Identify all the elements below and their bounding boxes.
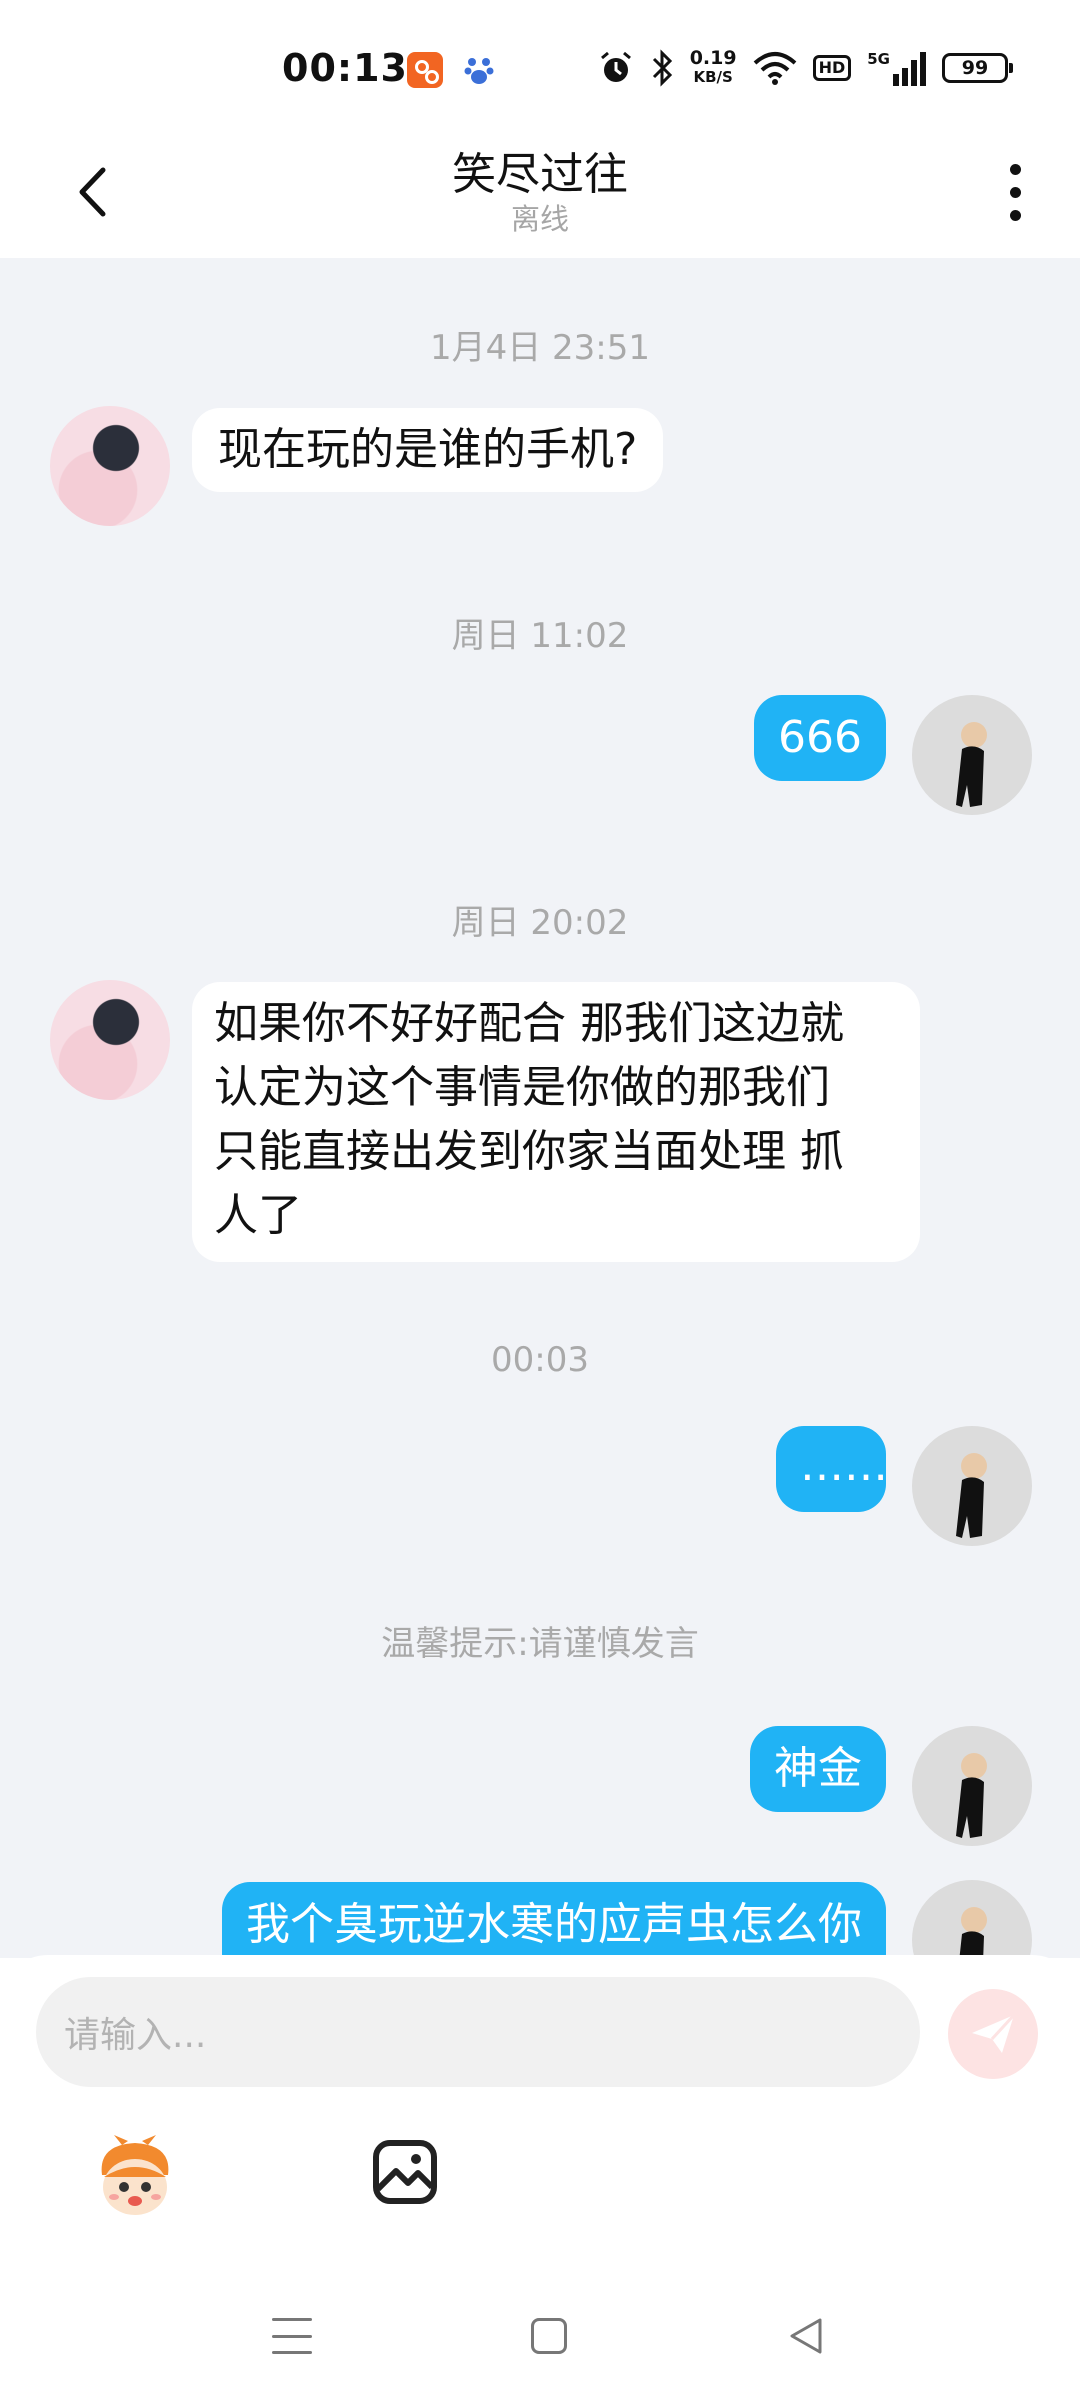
- my-avatar[interactable]: [912, 695, 1032, 815]
- person-figure-icon: [959, 1907, 987, 1958]
- person-figure-icon: [956, 722, 987, 807]
- network-speed-unit: KB/S: [693, 68, 733, 86]
- my-avatar[interactable]: [912, 1426, 1032, 1546]
- message-line: 人了: [214, 1190, 302, 1241]
- received-message-bubble[interactable]: 现在玩的是谁的手机?: [192, 408, 664, 492]
- message-timestamp: 1月4日 23:51: [429, 328, 651, 368]
- more-dot-icon: [1009, 209, 1021, 221]
- network-speed: 0.19 KB/S: [690, 49, 737, 87]
- contact-name: 笑尽过往: [452, 149, 628, 200]
- more-options-button[interactable]: [990, 152, 1040, 232]
- signal-icon: 5G: [867, 50, 926, 86]
- emoji-sticker-icon[interactable]: [92, 2135, 178, 2221]
- sent-message-bubble[interactable]: 666: [754, 695, 886, 781]
- message-timestamp: 周日 11:02: [451, 616, 629, 656]
- bluetooth-icon: [652, 49, 672, 87]
- menu-line-icon: [272, 2334, 312, 2338]
- paper-plane-icon: [972, 2013, 1016, 2053]
- system-tip: 温馨提示:请谨慎发言: [381, 1624, 699, 1664]
- network-type: 5G: [867, 50, 890, 68]
- wifi-icon: [753, 52, 796, 85]
- message-input[interactable]: 请输入...: [36, 1977, 920, 2087]
- alarm-icon: [600, 51, 631, 82]
- sent-message-bubble[interactable]: ……: [776, 1426, 888, 1512]
- contact-avatar[interactable]: [50, 406, 170, 526]
- home-button[interactable]: [531, 2318, 567, 2354]
- received-message-bubble[interactable]: 如果你不好好配合 那我们这边就 认定为这个事情是你做的那我们 只能直接出发到你家…: [192, 982, 920, 1262]
- contact-avatar[interactable]: [50, 980, 170, 1100]
- send-button[interactable]: [948, 1989, 1038, 2079]
- message-line: 如果你不好好配合 那我们这边就: [214, 998, 844, 1049]
- sent-message-bubble[interactable]: 神金: [750, 1726, 886, 1812]
- message-line: 只能直接出发到你家当面处理 抓: [214, 1126, 844, 1177]
- recent-apps-button[interactable]: [272, 2318, 312, 2354]
- more-dot-icon: [1009, 163, 1021, 175]
- my-avatar[interactable]: [912, 1880, 1032, 1958]
- chat-header: 笑尽过往 离线: [0, 130, 1080, 258]
- hd-badge: HD: [812, 55, 852, 81]
- my-avatar[interactable]: [912, 1726, 1032, 1846]
- contact-status: 离线: [510, 202, 569, 236]
- menu-line-icon: [272, 2351, 312, 2354]
- image-picker-icon[interactable]: [372, 2139, 438, 2205]
- status-time: 00:13: [282, 46, 408, 90]
- person-figure-icon: [956, 1753, 987, 1838]
- menu-line-icon: [272, 2318, 312, 2321]
- message-timestamp: 00:03: [491, 1340, 589, 1380]
- battery-icon: 99: [942, 53, 1013, 83]
- app-notification-icon: [407, 52, 443, 88]
- status-bar: 00:13 0.19 KB/S HD 5G 99: [0, 0, 1080, 130]
- system-navigation-bar: [0, 2270, 1080, 2400]
- sent-message-bubble[interactable]: 我个臭玩逆水寒的应声虫怎么你: [222, 1882, 886, 1958]
- network-speed-value: 0.19: [689, 47, 737, 69]
- chat-message-list[interactable]: 1月4日 23:51 现在玩的是谁的手机? 周日 11:02 666 周日 20…: [0, 258, 1080, 1958]
- person-figure-icon: [956, 1453, 987, 1538]
- nav-back-triangle-icon[interactable]: [786, 2316, 826, 2356]
- message-timestamp: 周日 20:02: [451, 903, 629, 943]
- more-dot-icon: [1009, 186, 1021, 198]
- message-line: 认定为这个事情是你做的那我们: [214, 1062, 830, 1113]
- status-icons: 0.19 KB/S HD 5G 99: [598, 44, 1013, 92]
- baidu-paw-icon: [464, 58, 494, 84]
